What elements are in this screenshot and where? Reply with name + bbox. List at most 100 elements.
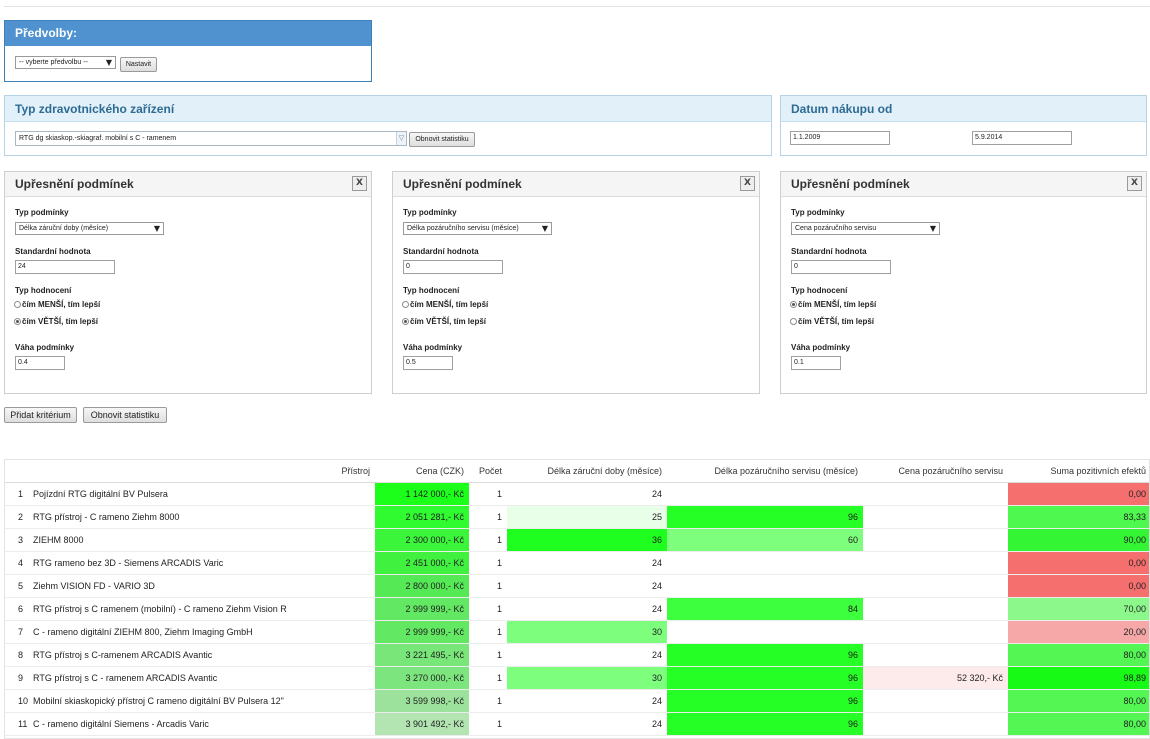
criterion-title: Upřesnění podmínek	[403, 177, 522, 191]
service-price-cell	[863, 597, 1008, 621]
table-row: 3 ZIEHM 8000 2 300 000,- Kč 1 36 60 90,00	[5, 528, 1149, 552]
standard-value-label: Standardní hodnota	[15, 247, 91, 256]
service-length-cell: 96	[667, 505, 863, 529]
rating-type-label: Typ hodnocení	[403, 286, 460, 295]
criterion-panel-3: Upřesnění podmínek X Typ podmínky Cena po…	[780, 171, 1147, 394]
rating-less-radio[interactable]: čím MENŠÍ, tím lepší	[14, 300, 100, 310]
rating-less-radio[interactable]: čím MENŠÍ, tím lepší	[402, 300, 488, 310]
condition-type-select[interactable]: Cena pozáručního servisu ▼	[791, 222, 940, 235]
close-icon[interactable]: X	[1127, 176, 1142, 191]
weight-label: Váha podmínky	[403, 343, 463, 352]
criterion-panel-1: Upřesnění podmínek X Typ podmínky Délka z…	[4, 171, 372, 394]
close-icon[interactable]: X	[352, 176, 367, 191]
radio-off-icon	[402, 301, 409, 308]
service-price-cell	[863, 689, 1008, 713]
service-price-cell: 52 320,- Kč	[863, 666, 1008, 690]
warranty-cell: 24	[507, 643, 667, 667]
chevron-down-icon: ▽	[396, 132, 406, 145]
device-type-select[interactable]: RTG dg skiaskop.-skiagraf. mobilní s C -…	[15, 131, 407, 146]
weight-input[interactable]: 0.5	[403, 356, 453, 370]
rating-more-radio[interactable]: čím VĚTŠÍ, tím lepší	[14, 317, 98, 327]
header-number	[5, 460, 33, 483]
count-cell: 1	[469, 643, 507, 667]
device-name: RTG přístroj s C - ramenem ARCADIS Avant…	[33, 666, 375, 690]
service-price-cell	[863, 482, 1008, 506]
count-cell: 1	[469, 574, 507, 598]
standard-value-input[interactable]: 0	[791, 260, 891, 274]
count-cell: 1	[469, 689, 507, 713]
header-warranty: Délka záruční doby (měsíce)	[507, 460, 667, 483]
rating-more-radio[interactable]: čím VĚTŠÍ, tím lepší	[790, 317, 874, 327]
condition-type-select[interactable]: Délka pozáručního servisu (měsíce) ▼	[403, 222, 552, 235]
device-refresh-button[interactable]: Obnovit statistiku	[409, 132, 475, 147]
date-to-input[interactable]: 5.9.2014	[972, 131, 1072, 145]
row-number: 10	[5, 689, 33, 713]
device-name: RTG rameno bez 3D - Siemens ARCADIS Vari…	[33, 551, 375, 575]
weight-label: Váha podmínky	[15, 343, 75, 352]
sum-cell: 70,00	[1008, 597, 1149, 621]
preference-select[interactable]: -- vyberte předvolbu -- ▼	[15, 56, 116, 69]
weight-input[interactable]: 0.1	[791, 356, 841, 370]
device-type-title: Typ zdravotnického zařízení	[5, 96, 771, 122]
row-number: 2	[5, 505, 33, 529]
service-length-cell	[667, 574, 863, 598]
price-cell: 2 451 000,- Kč	[375, 551, 469, 575]
radio-on-icon	[14, 318, 21, 325]
condition-type-label: Typ podmínky	[791, 208, 845, 217]
row-number: 1	[5, 482, 33, 506]
add-criterion-button[interactable]: Přidat kritérium	[4, 407, 77, 423]
rating-less-radio[interactable]: čím MENŠÍ, tím lepší	[790, 300, 876, 310]
count-cell: 1	[469, 620, 507, 644]
row-number: 4	[5, 551, 33, 575]
set-preference-button[interactable]: Nastavit	[120, 57, 157, 72]
standard-value-input[interactable]: 0	[403, 260, 503, 274]
condition-type-label: Typ podmínky	[15, 208, 69, 217]
sum-cell: 0,00	[1008, 551, 1149, 575]
price-cell: 2 999 999,- Kč	[375, 597, 469, 621]
table-row: 4 RTG rameno bez 3D - Siemens ARCADIS Var…	[5, 551, 1149, 575]
table-row: 9 RTG přístroj s C - ramenem ARCADIS Avan…	[5, 666, 1149, 690]
device-name: ZIEHM 8000	[33, 528, 375, 552]
preferences-title: Předvolby:	[5, 21, 371, 46]
standard-value-input[interactable]: 24	[15, 260, 115, 274]
device-name: C - rameno digitální Siemens - Arcadis V…	[33, 712, 375, 736]
weight-input[interactable]: 0.4	[15, 356, 65, 370]
table-row: 10 Mobilní skiaskopický přístroj C rameno…	[5, 689, 1149, 713]
count-cell: 1	[469, 666, 507, 690]
price-cell: 3 221 495,- Kč	[375, 643, 469, 667]
date-from-input[interactable]: 1.1.2009	[790, 131, 890, 145]
condition-type-select[interactable]: Délka záruční doby (měsíce) ▼	[15, 222, 164, 235]
radio-off-icon	[790, 318, 797, 325]
service-price-cell	[863, 643, 1008, 667]
sum-cell: 0,00	[1008, 482, 1149, 506]
price-cell: 3 901 492,- Kč	[375, 712, 469, 736]
price-cell: 2 800 000,- Kč	[375, 574, 469, 598]
price-cell: 2 051 281,- Kč	[375, 505, 469, 529]
preferences-panel: Předvolby: -- vyberte předvolbu -- ▼ Nast…	[4, 20, 372, 82]
radio-on-icon	[790, 301, 797, 308]
count-cell: 1	[469, 505, 507, 529]
row-number: 7	[5, 620, 33, 644]
service-length-cell: 96	[667, 712, 863, 736]
device-name: Ziehm VISION FD - VARIO 3D	[33, 574, 375, 598]
radio-on-icon	[402, 318, 409, 325]
refresh-statistics-button[interactable]: Obnovit statistiku	[83, 407, 167, 423]
price-cell: 2 300 000,- Kč	[375, 528, 469, 552]
warranty-cell: 24	[507, 689, 667, 713]
chevron-down-icon: ▼	[929, 224, 936, 233]
device-type-panel: Typ zdravotnického zařízení RTG dg skias…	[4, 95, 772, 156]
service-length-cell	[667, 551, 863, 575]
device-name: RTG přístroj s C ramenem (mobilní) - C r…	[33, 597, 375, 621]
warranty-cell: 25	[507, 505, 667, 529]
close-icon[interactable]: X	[740, 176, 755, 191]
sum-cell: 90,00	[1008, 528, 1149, 552]
row-number: 8	[5, 643, 33, 667]
service-price-cell	[863, 712, 1008, 736]
purchase-date-panel: Datum nákupu od 1.1.2009 5.9.2014	[780, 95, 1147, 156]
criterion-panel-2: Upřesnění podmínek X Typ podmínky Délka p…	[392, 171, 760, 394]
rating-more-radio[interactable]: čím VĚTŠÍ, tím lepší	[402, 317, 486, 327]
count-cell: 1	[469, 528, 507, 552]
top-divider	[4, 6, 1150, 7]
sum-cell: 20,00	[1008, 620, 1149, 644]
purchase-date-title: Datum nákupu od	[781, 96, 1146, 122]
